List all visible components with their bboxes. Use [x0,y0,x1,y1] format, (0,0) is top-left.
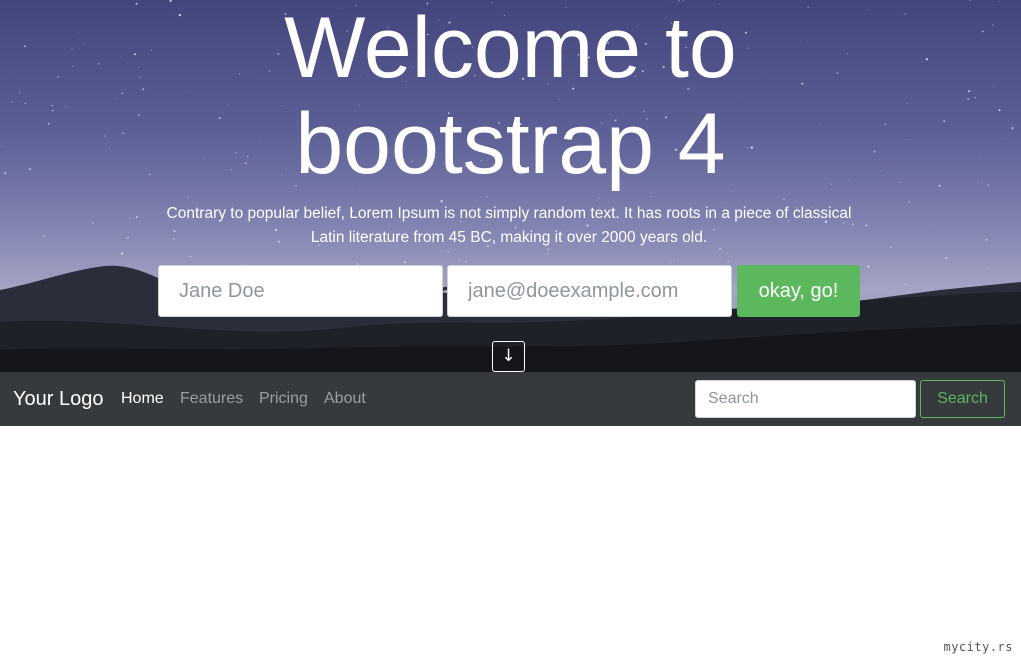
search-button[interactable]: Search [920,380,1005,418]
star [187,196,189,198]
hero-section: Welcome to bootstrap 4 Contrary to popul… [0,0,1021,372]
star [126,236,129,240]
star [985,238,988,241]
submit-button[interactable]: okay, go! [737,265,860,317]
star [890,246,892,248]
watermark-text: mycity.rs [943,640,1013,654]
nav-link-home[interactable]: Home [121,389,164,409]
brand-logo[interactable]: Your Logo [13,386,103,412]
arrow-down-icon: ↓ [501,346,516,366]
star [135,216,138,219]
hero-title: Welcome to bootstrap 4 [0,0,1021,192]
nav-link-features[interactable]: Features [180,389,243,409]
star [485,196,488,198]
hero-subtitle: Contrary to popular belief, Lorem Ipsum … [166,205,852,246]
star [547,252,549,254]
search-input[interactable] [695,380,916,418]
nav-link-pricing[interactable]: Pricing [259,389,308,409]
star [91,221,94,224]
hero-title-line-2: bootstrap 4 [295,96,726,192]
star [128,217,131,220]
star [908,200,911,203]
star [924,239,926,241]
hero-title-line-1: Welcome to [284,0,737,96]
star [120,252,123,255]
star [945,257,948,260]
scroll-down-button[interactable]: ↓ [492,341,525,372]
star [783,198,785,200]
star [969,226,971,228]
star [598,197,600,200]
star [189,255,192,258]
nav-link-about[interactable]: About [324,389,366,409]
star [458,258,461,260]
email-input[interactable] [447,265,732,317]
star [649,196,651,197]
name-input[interactable] [158,265,443,317]
star [42,235,46,238]
star [927,225,929,227]
star [447,250,449,253]
